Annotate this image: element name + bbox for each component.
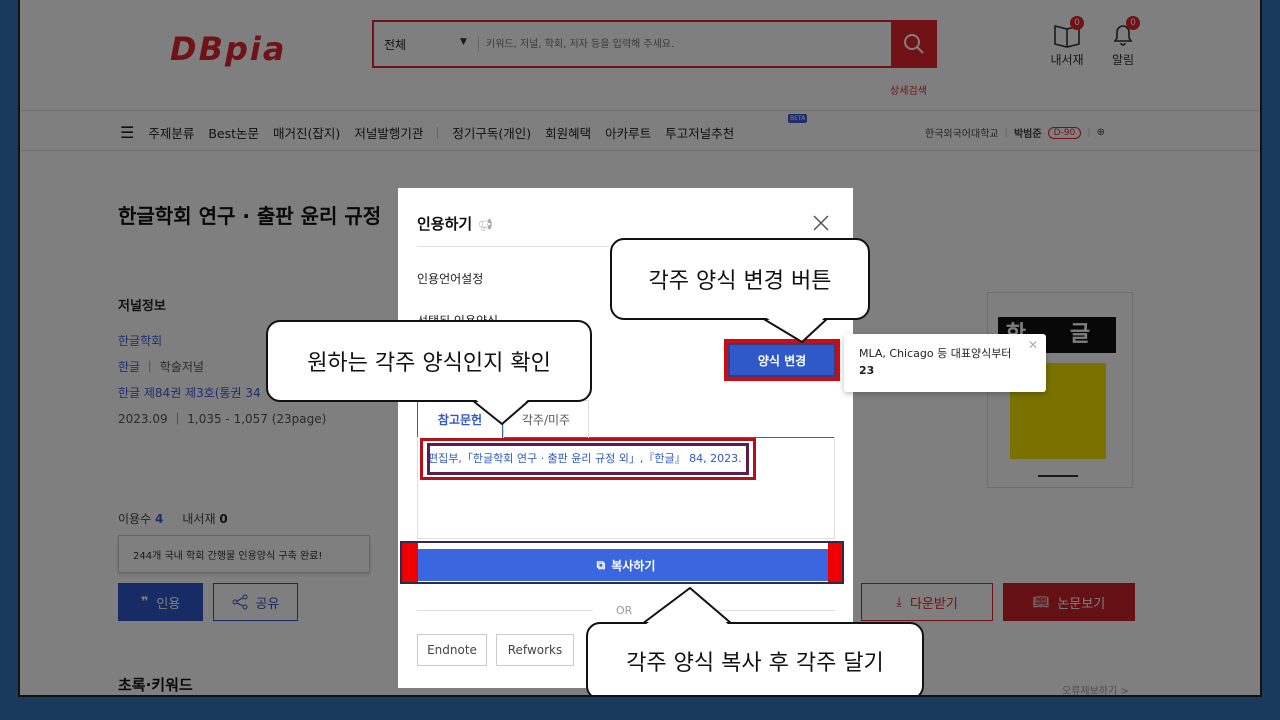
tab-footnotes[interactable]: 각주/미주 (503, 400, 589, 438)
close-icon[interactable] (812, 214, 830, 236)
or-separator: OR (616, 604, 633, 617)
or-line-right (656, 610, 835, 611)
callout-copy-note: 각주 양식 복사 후 각주 달기 (586, 622, 924, 695)
megaphone-icon: 📢︎ (477, 218, 493, 232)
or-line-left (417, 610, 593, 611)
citation-tabs: 참고문헌 각주/미주 (417, 400, 835, 439)
browser-viewport: DBpia 전체 ▼ 상세검색 0 내서재 0 알림 ☰ 주제분류 Best논문 (18, 0, 1262, 697)
endnote-button[interactable]: Endnote (417, 634, 487, 666)
modal-title: 인용하기 📢︎ (417, 213, 493, 234)
citation-highlight-inner (427, 443, 749, 475)
style-popover: MLA, Chicago 등 대표양식부터 23 ✕ (844, 334, 1046, 392)
popover-line1: MLA, Chicago 등 대표양식부터 (859, 347, 1012, 360)
callout-change-style: 각주 양식 변경 버튼 (610, 238, 870, 320)
change-style-label: 양식 변경 (728, 343, 836, 377)
change-style-button[interactable]: 양식 변경 (724, 339, 840, 381)
modal-title-text: 인용하기 (417, 215, 473, 233)
popover-close-icon[interactable]: ✕ (1028, 337, 1038, 354)
tab-references[interactable]: 참고문헌 (417, 400, 503, 439)
copy-highlight-frame (400, 541, 844, 584)
citation-language-label: 인용언어설정 (417, 272, 484, 286)
refworks-button[interactable]: Refworks (496, 634, 574, 666)
callout-check-style: 원하는 각주 양식인지 확인 (266, 320, 592, 402)
popover-line2: 23 (859, 364, 875, 377)
